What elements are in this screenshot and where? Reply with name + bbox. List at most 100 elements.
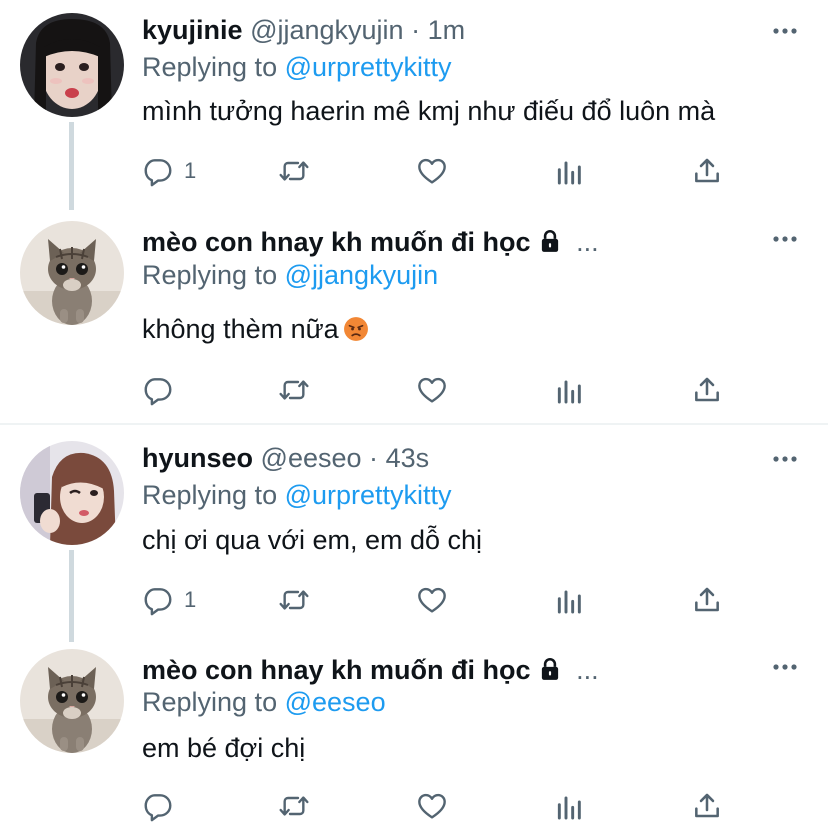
avatar[interactable] — [20, 13, 124, 117]
replying-to-label: Replying to — [142, 480, 278, 510]
retweet-button[interactable] — [278, 582, 310, 618]
share-button[interactable] — [691, 153, 723, 189]
replying-to: Replying to @eeseo — [142, 685, 386, 719]
reply-icon — [142, 155, 174, 187]
reply-button[interactable] — [142, 372, 174, 408]
reply-button[interactable]: 1 — [142, 153, 196, 189]
tweet-actions — [142, 788, 742, 824]
timestamp[interactable]: 1m — [428, 15, 466, 45]
kitten-photo-avatar — [20, 649, 124, 753]
tweet-actions: 1 — [142, 582, 742, 618]
kitten-photo-avatar — [20, 221, 124, 325]
replying-to: Replying to @urprettykitty — [142, 50, 452, 84]
mention-link[interactable]: @jjangkyujin — [285, 260, 438, 290]
retweet-icon — [278, 374, 310, 406]
replying-to: Replying to @jjangkyujin — [142, 258, 438, 292]
mention-link[interactable]: @urprettykitty — [285, 480, 452, 510]
tweet-text: em bé đợi chị — [142, 733, 306, 763]
share-button[interactable] — [691, 582, 723, 618]
share-icon — [691, 374, 723, 406]
tweet[interactable]: hyunseo @eeseo · 43s Replying to @urpret… — [0, 428, 828, 642]
analytics-button[interactable] — [554, 153, 586, 189]
share-icon — [691, 790, 723, 822]
like-icon — [416, 155, 448, 187]
analytics-icon — [554, 155, 586, 187]
tweet[interactable]: mèo con hnay kh muốn đi học ... Replying… — [0, 208, 828, 422]
retweet-icon — [278, 584, 310, 616]
timestamp[interactable]: 43s — [386, 443, 430, 473]
user-handle[interactable]: @jjangkyujin — [250, 15, 403, 45]
like-button[interactable] — [416, 153, 448, 189]
replying-to: Replying to @urprettykitty — [142, 478, 452, 512]
analytics-button[interactable] — [554, 372, 586, 408]
tweet-header: mèo con hnay kh muốn đi học ... — [142, 653, 768, 687]
name-truncation: ... — [576, 227, 599, 257]
like-icon — [416, 584, 448, 616]
angry-face-emoji — [343, 316, 369, 342]
more-options-icon[interactable] — [772, 662, 798, 672]
thread-line — [69, 122, 74, 210]
tweet[interactable]: mèo con hnay kh muốn đi học ... Replying… — [0, 636, 828, 835]
share-icon — [691, 584, 723, 616]
user-handle[interactable]: @eeseo — [261, 443, 362, 473]
girl-photo-avatar — [20, 13, 124, 117]
analytics-button[interactable] — [554, 788, 586, 824]
tweet-text-content: không thèm nữa — [142, 314, 339, 344]
like-button[interactable] — [416, 582, 448, 618]
reply-button[interactable]: 1 — [142, 582, 196, 618]
retweet-button[interactable] — [278, 788, 310, 824]
separator: · — [411, 15, 421, 45]
analytics-icon — [554, 790, 586, 822]
replying-to-label: Replying to — [142, 52, 278, 82]
tweet-text: mình tưởng haerin mê kmj như điếu đổ luô… — [142, 96, 716, 126]
thread-line — [69, 550, 74, 642]
separator: · — [369, 443, 379, 473]
reply-icon — [142, 374, 174, 406]
thread-divider — [0, 423, 828, 425]
tweet-actions: 1 — [142, 153, 742, 189]
tweet-header: kyujinie @jjangkyujin · 1m — [142, 13, 768, 47]
display-name[interactable]: mèo con hnay kh muốn đi học — [142, 655, 531, 685]
display-name[interactable]: mèo con hnay kh muốn đi học — [142, 227, 531, 257]
retweet-button[interactable] — [278, 372, 310, 408]
display-name[interactable]: kyujinie — [142, 15, 243, 45]
mention-link[interactable]: @urprettykitty — [285, 52, 452, 82]
analytics-button[interactable] — [554, 582, 586, 618]
reply-button[interactable] — [142, 788, 174, 824]
reply-count: 1 — [184, 587, 197, 612]
like-button[interactable] — [416, 788, 448, 824]
share-button[interactable] — [691, 372, 723, 408]
share-button[interactable] — [691, 788, 723, 824]
like-icon — [416, 374, 448, 406]
share-icon — [691, 155, 723, 187]
lock-icon — [537, 656, 563, 682]
like-icon — [416, 790, 448, 822]
analytics-icon — [554, 584, 586, 616]
more-options-icon[interactable] — [772, 454, 798, 464]
more-options-icon[interactable] — [772, 234, 798, 244]
tweet-header: hyunseo @eeseo · 43s — [142, 441, 768, 475]
replying-to-label: Replying to — [142, 687, 278, 717]
tweet-text: chị ơi qua với em, em dỗ chị — [142, 525, 483, 555]
analytics-icon — [554, 374, 586, 406]
replying-to-label: Replying to — [142, 260, 278, 290]
retweet-button[interactable] — [278, 153, 310, 189]
girl-selfie-avatar — [20, 441, 124, 545]
like-button[interactable] — [416, 372, 448, 408]
name-truncation: ... — [576, 655, 599, 685]
avatar[interactable] — [20, 441, 124, 545]
retweet-icon — [278, 790, 310, 822]
tweet-text: không thèm nữa — [142, 312, 369, 346]
mention-link[interactable]: @eeseo — [285, 687, 386, 717]
lock-icon — [537, 228, 563, 254]
avatar[interactable] — [20, 649, 124, 753]
avatar[interactable] — [20, 221, 124, 325]
tweet-actions — [142, 372, 742, 408]
display-name[interactable]: hyunseo — [142, 443, 253, 473]
more-options-icon[interactable] — [772, 26, 798, 36]
reply-count: 1 — [184, 158, 197, 183]
tweet-header: mèo con hnay kh muốn đi học ... — [142, 225, 768, 259]
tweet[interactable]: kyujinie @jjangkyujin · 1m Replying to @… — [0, 0, 828, 210]
reply-icon — [142, 584, 174, 616]
retweet-icon — [278, 155, 310, 187]
